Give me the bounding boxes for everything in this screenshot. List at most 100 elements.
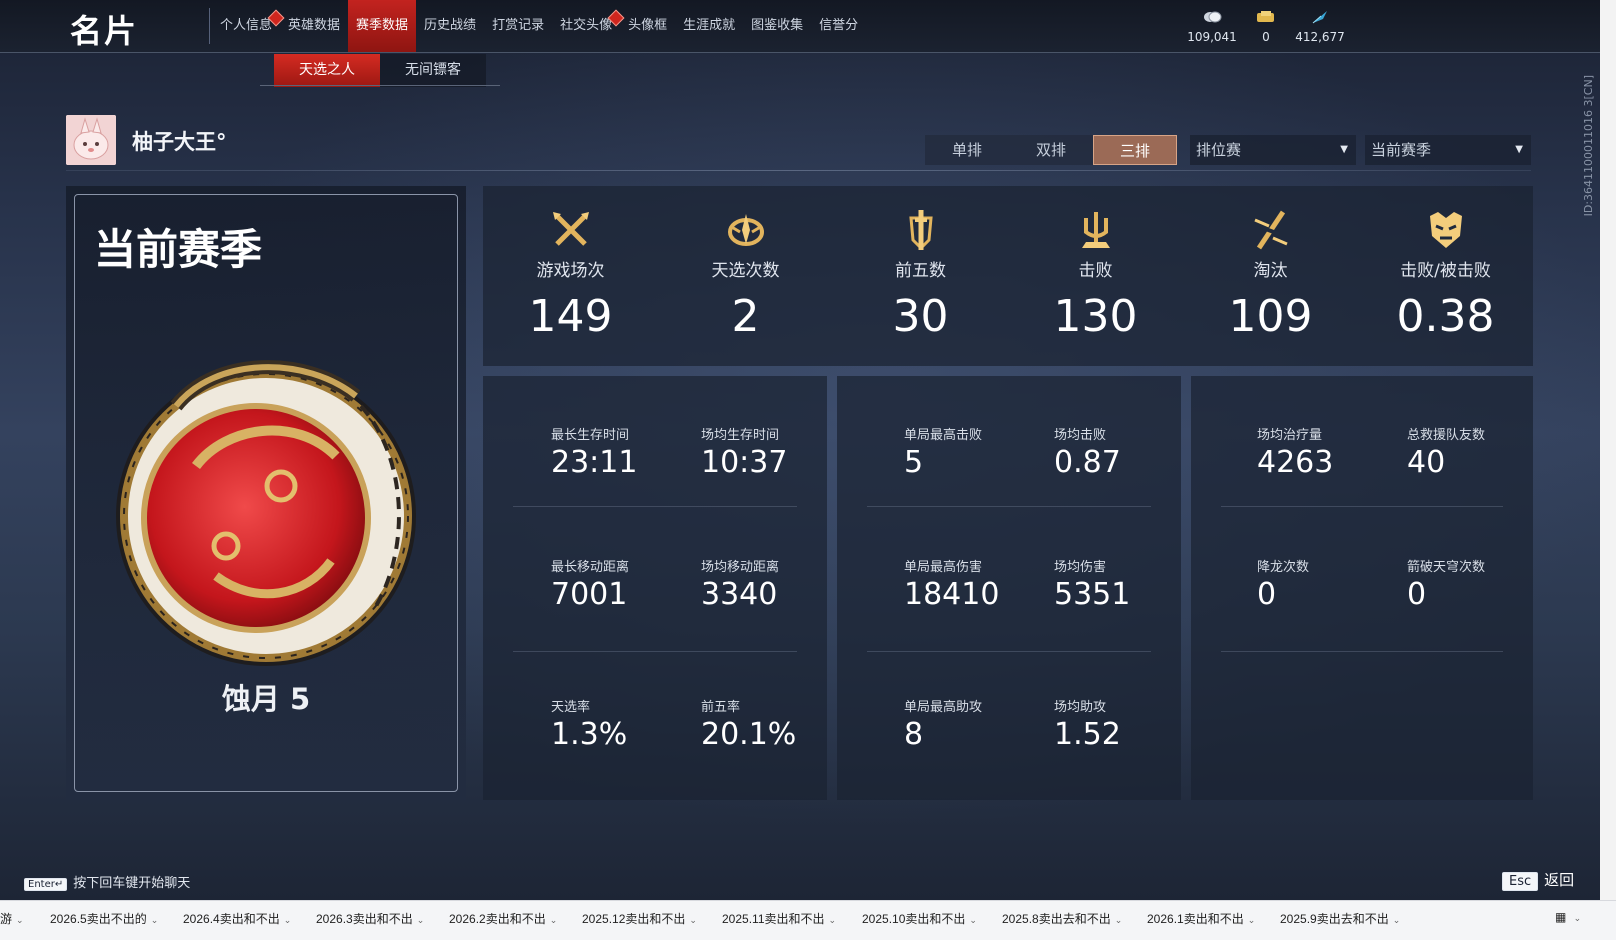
- top-bar: 名片 个人信息 英雄数据 赛季数据 历史战绩 打赏记录 社交头像 头像框 生涯成…: [0, 0, 1600, 53]
- stat-value: 0.38: [1396, 291, 1495, 342]
- taskbar-item[interactable]: 2026.3卖出和不出 ⌄: [316, 910, 424, 927]
- back-label: 返回: [1544, 871, 1575, 889]
- tab-reputation[interactable]: 信誉分: [811, 0, 866, 52]
- stat-cell: 场均生存时间 10:37: [701, 424, 787, 480]
- taskbar-label: 2025.10卖出和不出: [862, 912, 966, 926]
- stat-value: 4263: [1257, 445, 1334, 480]
- stat-cell: 场均伤害 5351: [1054, 556, 1130, 612]
- divider: [209, 8, 210, 44]
- tab-match-history[interactable]: 历史战绩: [416, 0, 484, 52]
- stat-label: 游戏场次: [536, 261, 605, 281]
- taskbar-item[interactable]: 2026.4卖出和不出 ⌄: [183, 910, 291, 927]
- enter-key: Enter↵: [24, 878, 68, 891]
- tab-label: 图鉴收集: [751, 18, 804, 33]
- stat-value: 18410: [904, 577, 1000, 612]
- stat-value: 8: [904, 717, 924, 752]
- tab-tip-records[interactable]: 打赏记录: [484, 0, 552, 52]
- stat-label: 击败/被击败: [1400, 261, 1491, 281]
- tab-avatar-frame[interactable]: 头像框: [620, 0, 675, 52]
- lotus-crest-icon: [658, 208, 833, 252]
- stat-cell: 场均助攻 1.52: [1054, 696, 1121, 752]
- tab-career-achievements[interactable]: 生涯成就: [675, 0, 743, 52]
- taskbar-item[interactable]: 2025.10卖出和不出 ⌄: [862, 910, 977, 927]
- mode-subtabs: 天选之人 无间镖客: [274, 54, 486, 87]
- tab-profile-info[interactable]: 个人信息: [212, 0, 285, 52]
- page-logo: 名片: [70, 12, 139, 50]
- taskbar-item[interactable]: 2025.9卖出去和不出 ⌄: [1280, 910, 1400, 927]
- subtab-chosen-one[interactable]: 天选之人: [274, 54, 380, 87]
- stat-top-five: 前五数 30: [833, 208, 1008, 342]
- avatar[interactable]: [66, 115, 116, 165]
- taskbar-label: 2026.3卖出和不出: [316, 912, 413, 926]
- divider: [1221, 506, 1503, 507]
- stat-value: 1.52: [1054, 717, 1121, 752]
- player-id-text: ID:3641100011016 3[CN]: [1582, 75, 1595, 217]
- crossed-swords-icon: [483, 208, 658, 252]
- taskbar-item[interactable]: 游 ⌄: [0, 910, 24, 927]
- back-button[interactable]: Esc 返回: [1502, 869, 1574, 891]
- stat-label: 最长移动距离: [551, 560, 630, 575]
- chat-hint[interactable]: Enter↵ 按下回车键开始聊天: [24, 872, 190, 891]
- match-type-dropdown[interactable]: 排位赛 ▼: [1190, 135, 1356, 165]
- taskbar-label: 2025.11卖出和不出: [722, 912, 825, 926]
- stat-cell: 天选率 1.3%: [551, 696, 627, 752]
- stat-cell: 最长移动距离 7001: [551, 556, 629, 612]
- taskbar-label: 2026.1卖出和不出: [1147, 912, 1244, 926]
- game-window: 名片 个人信息 英雄数据 赛季数据 历史战绩 打赏记录 社交头像 头像框 生涯成…: [0, 0, 1600, 900]
- stat-cell: 场均移动距离 3340: [701, 556, 779, 612]
- tab-label: 个人信息: [220, 18, 273, 33]
- mode-trio[interactable]: 三排: [1093, 135, 1177, 165]
- taskbar-label: 2026.2卖出和不出: [449, 912, 546, 926]
- season-dropdown[interactable]: 当前赛季 ▼: [1365, 135, 1531, 165]
- taskbar-item[interactable]: 2025.11卖出和不出 ⌄: [722, 910, 836, 927]
- taskbar-item[interactable]: 2026.1卖出和不出 ⌄: [1147, 910, 1255, 927]
- stat-label: 单局最高伤害: [904, 560, 983, 575]
- queue-mode-selector: 单排 双排 三排: [925, 135, 1177, 165]
- taskbar-item[interactable]: 2026.5卖出不出的 ⌄: [50, 910, 158, 927]
- season-rank-panel: 当前赛季 蚀月 5: [66, 186, 466, 800]
- stat-kills: 击败 130: [1008, 208, 1183, 342]
- tab-label: 打赏记录: [492, 18, 545, 33]
- stat-value: 5351: [1054, 577, 1131, 612]
- stat-label: 场均伤害: [1054, 560, 1107, 575]
- stat-label: 击败: [1078, 261, 1113, 281]
- taskbar-label: 2025.8卖出去和不出: [1002, 912, 1111, 926]
- currency-value: 412,677: [1295, 30, 1345, 44]
- stat-cell: 箭破天穹次数 0: [1407, 556, 1485, 612]
- tab-label: 社交头像: [560, 18, 613, 33]
- stat-cell: 前五率 20.1%: [701, 696, 796, 752]
- stat-value: 0.87: [1054, 445, 1121, 480]
- chevron-down-icon: ⌄: [1392, 915, 1401, 925]
- chevron-down-icon: ⌄: [283, 915, 292, 925]
- tab-label: 信誉分: [819, 18, 859, 33]
- mode-duo[interactable]: 双排: [1009, 135, 1093, 165]
- currency-feathers[interactable]: 412,677: [1285, 10, 1355, 44]
- divider: [867, 506, 1151, 507]
- tab-season-data[interactable]: 赛季数据: [348, 0, 417, 52]
- stat-label: 降龙次数: [1257, 560, 1310, 575]
- tab-hero-data[interactable]: 英雄数据: [280, 0, 348, 52]
- taskbar-label: 2025.9卖出去和不出: [1280, 912, 1389, 926]
- stat-value: 5: [904, 445, 924, 480]
- taskbar-item[interactable]: 2025.8卖出去和不出 ⌄: [1002, 910, 1122, 927]
- stat-label: 场均移动距离: [701, 560, 780, 575]
- stat-value: 0: [1407, 577, 1427, 612]
- tab-collection[interactable]: 图鉴收集: [743, 0, 811, 52]
- tab-social-avatar[interactable]: 社交头像: [552, 0, 625, 52]
- stat-value: 10:37: [701, 445, 788, 480]
- stat-label: 天选率: [551, 700, 591, 715]
- stat-value: 7001: [551, 577, 628, 612]
- taskbar-item[interactable]: 2026.2卖出和不出 ⌄: [449, 910, 557, 927]
- trident-icon: [1008, 208, 1183, 252]
- stat-label: 天选次数: [711, 261, 780, 281]
- chevron-down-icon: ⌄: [416, 915, 425, 925]
- mode-solo[interactable]: 单排: [925, 135, 1009, 165]
- taskbar-item[interactable]: 2025.12卖出和不出 ⌄: [582, 910, 697, 927]
- taskbar-label: 2026.4卖出和不出: [183, 912, 280, 926]
- stat-cell: 单局最高伤害 18410: [904, 556, 999, 612]
- stat-chosen-count: 天选次数 2: [658, 208, 833, 342]
- grid-view-icon[interactable]: ▦ ⌄: [1555, 910, 1581, 924]
- stat-value: 23:11: [551, 445, 638, 480]
- stat-label: 最长生存时间: [551, 428, 630, 443]
- subtab-endless-escort[interactable]: 无间镖客: [380, 54, 486, 87]
